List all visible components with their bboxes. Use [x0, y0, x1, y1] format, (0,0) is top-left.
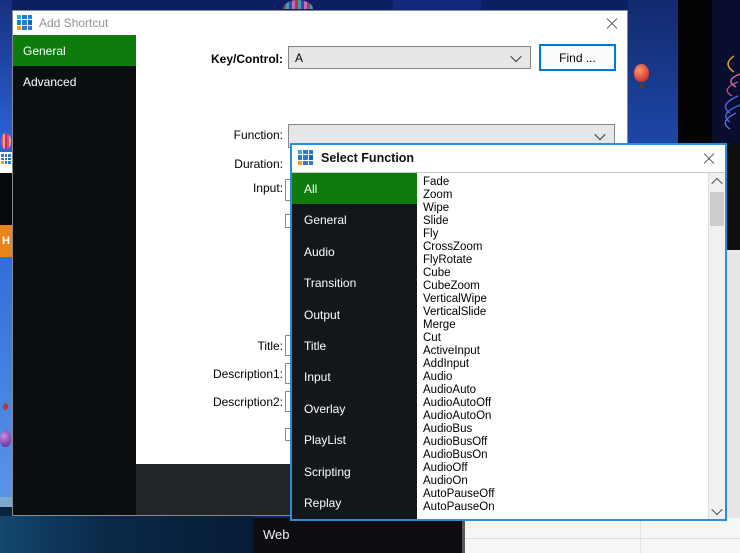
function-list-item[interactable]: ActiveInput: [417, 345, 708, 358]
function-list-item[interactable]: AutoPauseOn: [417, 501, 708, 514]
desktop-top-strip-highlight: [393, 0, 481, 10]
background-right-edge: [727, 143, 740, 250]
wallpaper-balloon-red: [3, 403, 8, 410]
function-list-item[interactable]: Audio: [417, 371, 708, 384]
find-button[interactable]: Find ...: [539, 44, 616, 71]
function-list-item[interactable]: Fade: [417, 176, 708, 189]
vmix-logo-icon: [1, 154, 11, 164]
wallpaper-balloon-pink: [1, 133, 11, 149]
scrollbar-down-button[interactable]: [709, 502, 725, 519]
select-function-dialog: Select Function All General Audio Transi…: [290, 143, 727, 521]
function-list-item[interactable]: AudioAutoOff: [417, 397, 708, 410]
background-window-edge: [727, 253, 740, 520]
wallpaper-balloon-purple: [0, 430, 11, 447]
function-list-item[interactable]: FlyRotate: [417, 254, 708, 267]
function-list-item[interactable]: Merge: [417, 319, 708, 332]
vmix-logo-icon: [298, 150, 313, 165]
grid-line-vertical: [640, 518, 641, 553]
function-list-item[interactable]: AudioAuto: [417, 384, 708, 397]
function-list-item[interactable]: Cube: [417, 267, 708, 280]
category-sidebar: All General Audio Transition Output Titl…: [292, 173, 417, 519]
category-item[interactable]: General: [292, 204, 417, 235]
wallpaper-light-streaks: [712, 0, 740, 152]
description2-label: Description2:: [13, 395, 283, 409]
function-list-item[interactable]: Slide: [417, 215, 708, 228]
dialog-title: Add Shortcut: [39, 16, 108, 30]
function-list-item[interactable]: CubeZoom: [417, 280, 708, 293]
add-shortcut-titlebar[interactable]: Add Shortcut: [13, 11, 627, 35]
category-item[interactable]: Transition: [292, 267, 417, 298]
function-list-item[interactable]: VerticalWipe: [417, 293, 708, 306]
background-orange-fragment: H: [0, 225, 12, 257]
function-list-item[interactable]: Fly: [417, 228, 708, 241]
function-list-item[interactable]: AudioBus: [417, 423, 708, 436]
function-list-item[interactable]: AudioBusOn: [417, 449, 708, 462]
dialog-title: Select Function: [321, 151, 414, 165]
category-item[interactable]: Input: [292, 362, 417, 393]
duration-label: Duration:: [13, 157, 283, 171]
function-list-item[interactable]: Zoom: [417, 189, 708, 202]
category-item[interactable]: Audio: [292, 236, 417, 267]
scrollbar-thumb[interactable]: [710, 192, 724, 226]
desktop-right-dark-band: [678, 0, 712, 143]
function-list-item[interactable]: AddInput: [417, 358, 708, 371]
wallpaper-balloon-basket: [640, 84, 644, 88]
close-icon[interactable]: [703, 152, 715, 164]
settings-tab-web[interactable]: Web: [263, 527, 290, 542]
category-item[interactable]: Replay: [292, 488, 417, 519]
desktop-left-dark-band: [0, 173, 12, 225]
category-item[interactable]: PlayList: [292, 425, 417, 456]
input-label: Input:: [13, 181, 283, 195]
add-shortcut-sidebar: General Advanced: [13, 35, 136, 515]
vmix-logo-icon: [17, 15, 32, 30]
sidebar-item[interactable]: Advanced: [13, 66, 136, 97]
description1-label: Description1:: [13, 367, 283, 381]
select-function-titlebar[interactable]: Select Function: [292, 145, 725, 173]
function-list-item[interactable]: Wipe: [417, 202, 708, 215]
close-icon[interactable]: [606, 17, 618, 29]
key-control-dropdown[interactable]: A: [288, 46, 531, 69]
function-list-item[interactable]: VerticalSlide: [417, 306, 708, 319]
grid-line-horizontal: [465, 538, 740, 539]
function-list-item[interactable]: AutoPauseOff: [417, 488, 708, 501]
screen: H Web Add Shortcut: [0, 0, 740, 553]
scrollbar-up-icon: [711, 177, 722, 188]
category-item[interactable]: Title: [292, 330, 417, 361]
title-label: Title:: [13, 339, 283, 353]
category-item[interactable]: Scripting: [292, 456, 417, 487]
chevron-down-icon: [510, 50, 521, 61]
wallpaper-water-bottom: [0, 516, 253, 553]
category-item[interactable]: All: [292, 173, 417, 204]
settings-window-fragment: Web: [253, 518, 462, 553]
key-control-label: Key/Control:: [13, 52, 283, 66]
function-list-item[interactable]: AudioBusOff: [417, 436, 708, 449]
wallpaper-sky: [0, 257, 12, 497]
category-item[interactable]: Overlay: [292, 393, 417, 424]
settings-window-grid: [465, 518, 740, 553]
scrollbar[interactable]: [708, 173, 725, 519]
function-list-item[interactable]: CrossZoom: [417, 241, 708, 254]
taskbar-vmix-icon[interactable]: [0, 152, 12, 173]
scrollbar-up-button[interactable]: [709, 173, 725, 190]
function-list-item[interactable]: AudioOn: [417, 475, 708, 488]
function-list: Fade Zoom Wipe Slide Fly CrossZoom FlyRo…: [417, 173, 708, 519]
chevron-down-icon: [594, 129, 605, 140]
key-control-value: A: [295, 51, 303, 65]
function-label: Function:: [13, 128, 283, 142]
function-list-item[interactable]: AudioAutoOn: [417, 410, 708, 423]
wallpaper-horizon: [0, 497, 12, 507]
select-function-body: All General Audio Transition Output Titl…: [292, 173, 725, 519]
wallpaper-balloon-right: [634, 64, 649, 82]
function-list-item[interactable]: AudioOff: [417, 462, 708, 475]
category-item[interactable]: Output: [292, 299, 417, 330]
function-list-item[interactable]: Cut: [417, 332, 708, 345]
scrollbar-down-icon: [711, 503, 722, 514]
